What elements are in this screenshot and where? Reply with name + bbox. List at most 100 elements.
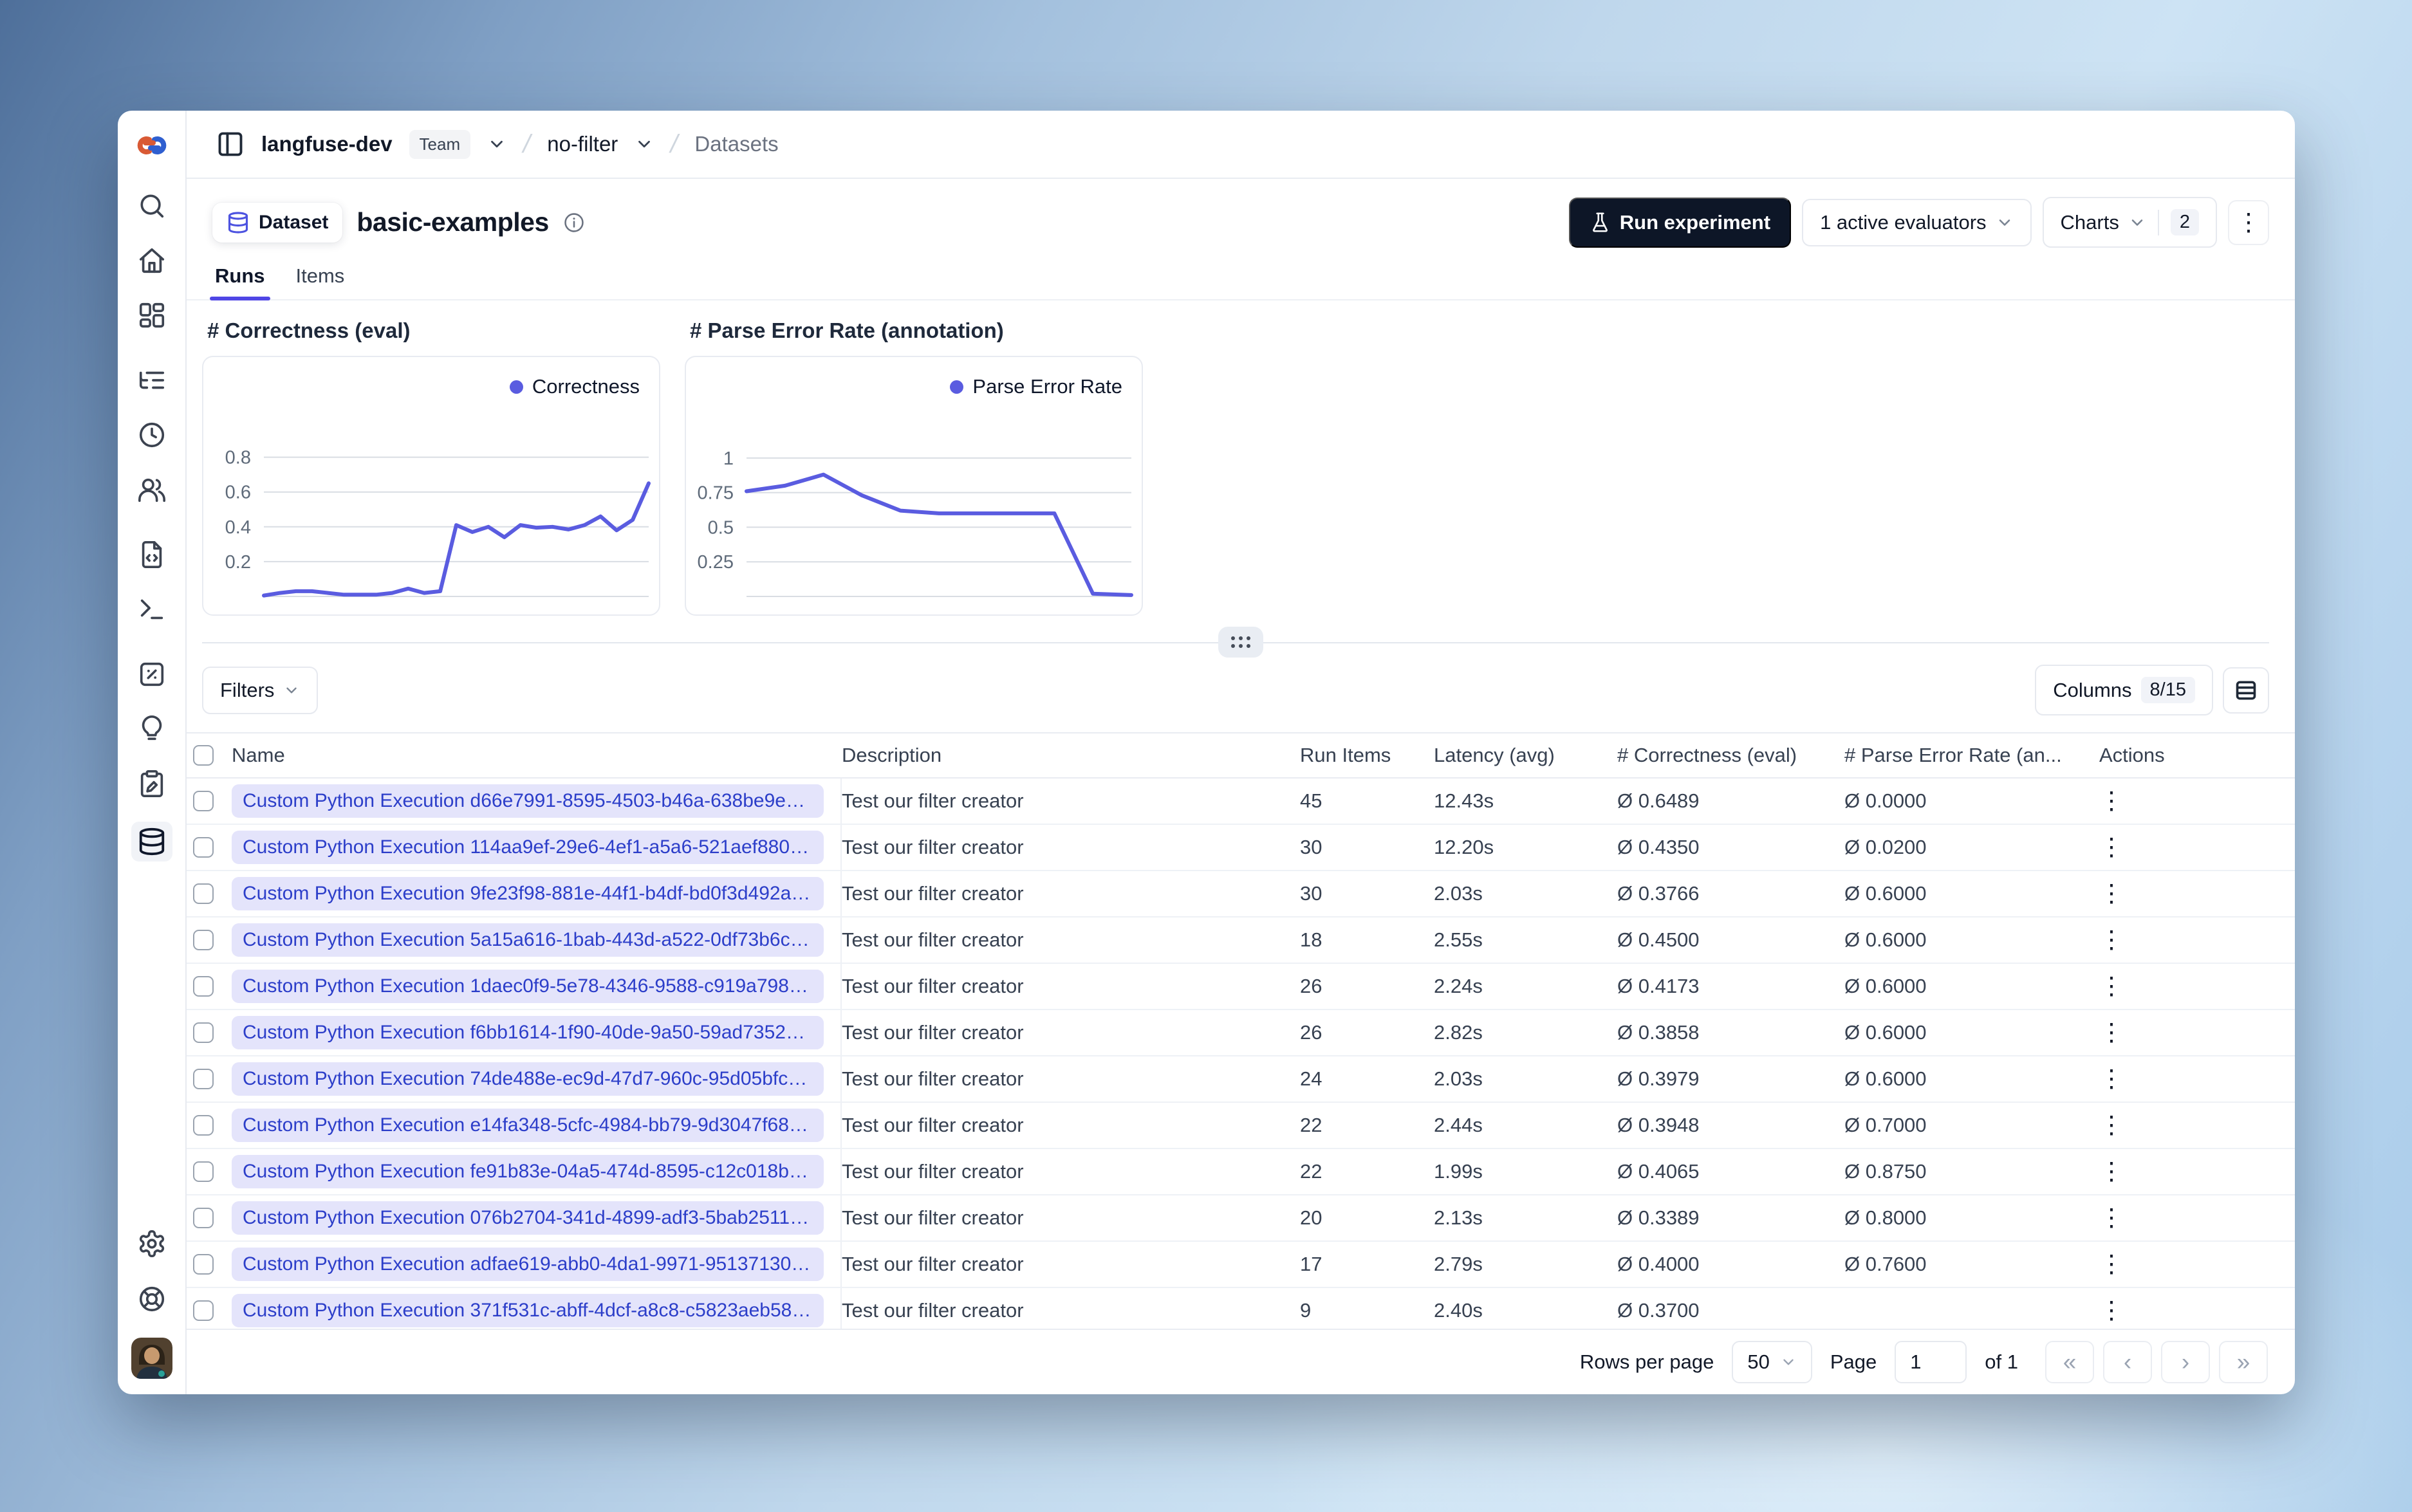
tab-runs[interactable]: Runs <box>210 264 270 300</box>
table-row[interactable]: Custom Python Execution e14fa348-5cfc-49… <box>187 1103 2295 1149</box>
last-page-button[interactable]: » <box>2219 1341 2268 1383</box>
column-header-run-items[interactable]: Run Items <box>1300 744 1434 767</box>
row-checkbox[interactable] <box>193 930 214 950</box>
user-avatar[interactable] <box>131 1338 172 1379</box>
row-actions-menu[interactable]: ⋮ <box>2099 928 2124 953</box>
row-actions-menu[interactable]: ⋮ <box>2099 1067 2124 1092</box>
filters-button[interactable]: Filters <box>202 666 319 714</box>
row-checkbox[interactable] <box>193 1161 214 1182</box>
run-name-link[interactable]: Custom Python Execution 74de488e-ec9d-47… <box>232 1062 824 1096</box>
charts-dropdown[interactable]: Charts 2 <box>2042 197 2217 248</box>
project-switcher-chevron-icon[interactable] <box>635 134 654 154</box>
row-checkbox[interactable] <box>193 837 214 858</box>
row-actions-menu[interactable]: ⋮ <box>2099 835 2124 860</box>
table-toolbar: Filters Columns 8/15 <box>187 659 2295 715</box>
sidebar-item-users[interactable] <box>131 473 172 506</box>
run-name-link[interactable]: Custom Python Execution 5a15a616-1bab-44… <box>232 923 824 957</box>
row-checkbox[interactable] <box>193 1300 214 1321</box>
table-row[interactable]: Custom Python Execution d66e7991-8595-45… <box>187 779 2295 825</box>
sidebar-item-tracing[interactable] <box>131 364 172 397</box>
prev-page-button[interactable]: ‹ <box>2103 1341 2152 1383</box>
run-name-link[interactable]: Custom Python Execution 1daec0f9-5e78-43… <box>232 970 824 1003</box>
column-header-name[interactable]: Name <box>232 733 842 777</box>
table-row[interactable]: Custom Python Execution 5a15a616-1bab-44… <box>187 917 2295 964</box>
row-checkbox[interactable] <box>193 1208 214 1228</box>
page-number-input[interactable] <box>1895 1341 1967 1383</box>
sidebar-item-playground[interactable] <box>131 593 172 626</box>
row-actions-menu[interactable]: ⋮ <box>2099 974 2124 999</box>
table-row[interactable]: Custom Python Execution 1daec0f9-5e78-43… <box>187 964 2295 1010</box>
sidebar-item-prompts[interactable] <box>131 538 172 571</box>
row-actions-menu[interactable]: ⋮ <box>2099 1113 2124 1138</box>
sidebar-item-support[interactable] <box>131 1282 172 1316</box>
row-checkbox[interactable] <box>193 976 214 997</box>
sidebar-item-insights[interactable] <box>131 712 172 746</box>
org-switcher-chevron-icon[interactable] <box>487 134 506 154</box>
run-items-value: 18 <box>1300 928 1322 951</box>
run-name-link[interactable]: Custom Python Execution 371f531c-abff-4d… <box>232 1294 824 1327</box>
row-height-button[interactable] <box>2223 667 2269 714</box>
row-checkbox[interactable] <box>193 1069 214 1089</box>
tab-items[interactable]: Items <box>296 264 345 299</box>
table-row[interactable]: Custom Python Execution 74de488e-ec9d-47… <box>187 1056 2295 1103</box>
sidebar-item-dashboards[interactable] <box>131 299 172 332</box>
run-name-link[interactable]: Custom Python Execution 9fe23f98-881e-44… <box>232 877 824 910</box>
run-name-link[interactable]: Custom Python Execution adfae619-abb0-4d… <box>232 1248 824 1281</box>
langfuse-logo-icon[interactable] <box>135 129 169 162</box>
table-row[interactable]: Custom Python Execution fe91b83e-04a5-47… <box>187 1149 2295 1195</box>
run-items-value: 30 <box>1300 836 1322 858</box>
row-actions-menu[interactable]: ⋮ <box>2099 1206 2124 1231</box>
column-header-latency[interactable]: Latency (avg) <box>1434 744 1617 767</box>
more-actions-button[interactable]: ⋮ <box>2228 199 2269 245</box>
row-checkbox[interactable] <box>193 883 214 904</box>
columns-button[interactable]: Columns 8/15 <box>2035 665 2213 715</box>
breadcrumb-section[interactable]: Datasets <box>694 132 778 156</box>
run-name-link[interactable]: Custom Python Execution f6bb1614-1f90-40… <box>232 1016 824 1049</box>
row-checkbox[interactable] <box>193 1022 214 1043</box>
first-page-button[interactable]: « <box>2045 1341 2094 1383</box>
run-name-link[interactable]: Custom Python Execution 114aa9ef-29e6-4e… <box>232 831 824 864</box>
row-actions-menu[interactable]: ⋮ <box>2099 881 2124 907</box>
sidebar-toggle-button[interactable] <box>216 130 245 158</box>
run-name-link[interactable]: Custom Python Execution d66e7991-8595-45… <box>232 784 824 818</box>
info-icon[interactable] <box>563 212 585 234</box>
sidebar-item-datasets[interactable] <box>131 822 172 862</box>
run-name-link[interactable]: Custom Python Execution fe91b83e-04a5-47… <box>232 1155 824 1188</box>
rows-per-page-select[interactable]: 50 <box>1732 1341 1812 1383</box>
row-checkbox[interactable] <box>193 1254 214 1275</box>
sidebar-item-settings[interactable] <box>131 1227 172 1260</box>
column-header-description[interactable]: Description <box>842 744 1300 767</box>
sidebar-item-sessions[interactable] <box>131 418 172 452</box>
table-row[interactable]: Custom Python Execution adfae619-abb0-4d… <box>187 1242 2295 1288</box>
sidebar-item-annotation[interactable] <box>131 767 172 800</box>
column-header-correctness[interactable]: # Correctness (eval) <box>1617 744 1844 767</box>
row-checkbox[interactable] <box>193 1115 214 1136</box>
org-name[interactable]: langfuse-dev <box>261 132 393 156</box>
run-items-value: 9 <box>1300 1299 1312 1322</box>
table-row[interactable]: Custom Python Execution 114aa9ef-29e6-4e… <box>187 825 2295 871</box>
project-name[interactable]: no-filter <box>547 132 618 156</box>
row-actions-menu[interactable]: ⋮ <box>2099 789 2124 814</box>
row-checkbox[interactable] <box>193 791 214 811</box>
run-name-link[interactable]: Custom Python Execution e14fa348-5cfc-49… <box>232 1109 824 1142</box>
row-actions-menu[interactable]: ⋮ <box>2099 1159 2124 1185</box>
select-all-checkbox[interactable] <box>193 745 214 766</box>
correctness-value: Ø 0.4000 <box>1617 1253 1700 1275</box>
evaluators-dropdown[interactable]: 1 active evaluators <box>1802 198 2032 246</box>
correctness-value: Ø 0.3948 <box>1617 1114 1700 1136</box>
table-row[interactable]: Custom Python Execution f6bb1614-1f90-40… <box>187 1010 2295 1056</box>
next-page-button[interactable]: › <box>2161 1341 2210 1383</box>
row-actions-menu[interactable]: ⋮ <box>2099 1298 2124 1323</box>
sidebar-item-evaluation[interactable] <box>131 658 172 691</box>
run-name-link[interactable]: Custom Python Execution 076b2704-341d-48… <box>232 1201 824 1235</box>
sidebar-item-home[interactable] <box>131 244 172 277</box>
resize-grip-handle[interactable] <box>1218 627 1263 658</box>
column-header-parse-error-rate[interactable]: # Parse Error Rate (an... <box>1844 744 2089 767</box>
table-row[interactable]: Custom Python Execution 371f531c-abff-4d… <box>187 1288 2295 1329</box>
row-actions-menu[interactable]: ⋮ <box>2099 1020 2124 1046</box>
run-experiment-button[interactable]: Run experiment <box>1568 197 1792 248</box>
table-row[interactable]: Custom Python Execution 076b2704-341d-48… <box>187 1195 2295 1242</box>
row-actions-menu[interactable]: ⋮ <box>2099 1252 2124 1277</box>
table-row[interactable]: Custom Python Execution 9fe23f98-881e-44… <box>187 871 2295 917</box>
sidebar-item-search[interactable] <box>131 189 172 223</box>
